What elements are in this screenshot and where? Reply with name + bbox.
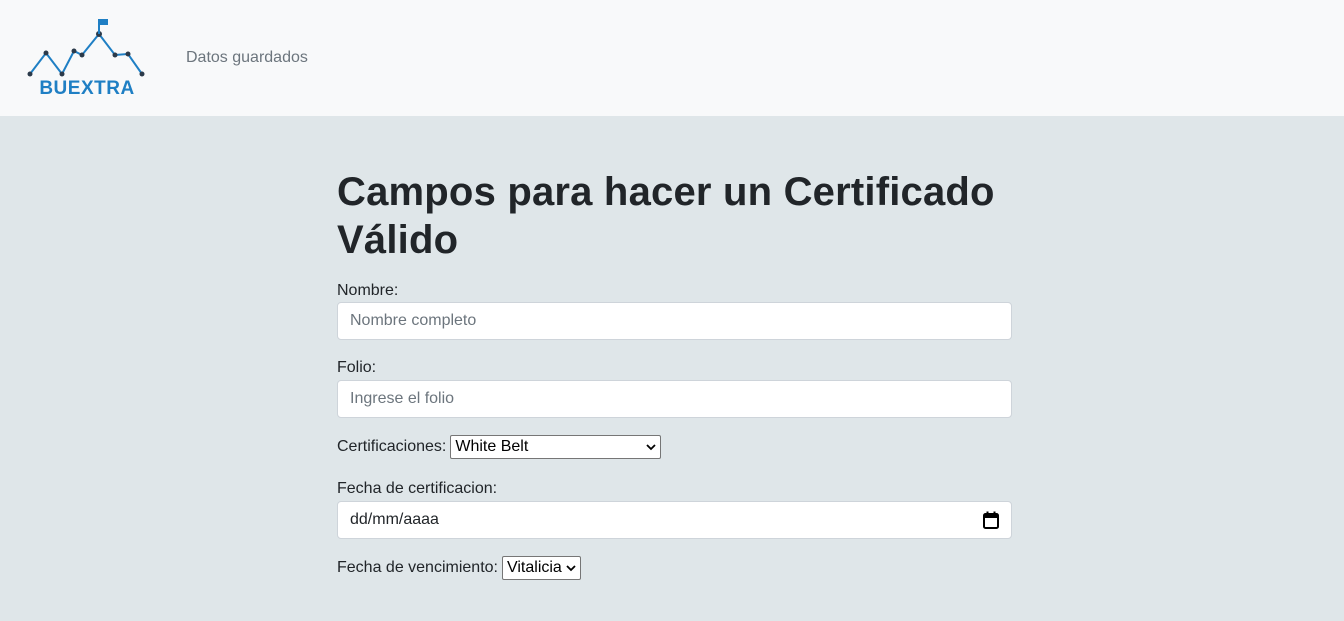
certificaciones-selected: White Belt: [455, 438, 529, 455]
nombre-input[interactable]: [337, 302, 1012, 340]
fecha-certificacion-input[interactable]: dd/mm/aaaa: [337, 501, 1012, 539]
chevron-down-icon: [566, 565, 576, 572]
fecha-vencimiento-label: Fecha de vencimiento:: [337, 559, 498, 576]
certificaciones-row: Certificaciones: White Belt: [337, 435, 1012, 459]
folio-label: Folio:: [337, 359, 377, 376]
calendar-icon[interactable]: [983, 511, 999, 529]
nombre-label: Nombre:: [337, 282, 399, 299]
brand-logo[interactable]: BUEXTRA: [24, 16, 150, 100]
fecha-vencimiento-selected: Vitalicia: [506, 559, 562, 576]
certificaciones-label: Certificaciones:: [337, 438, 447, 455]
date-placeholder: dd/mm/aaaa: [350, 511, 439, 528]
main-content: Campos para hacer un Certificado Válido …: [0, 116, 1344, 621]
fecha-vencimiento-row: Fecha de vencimiento: Vitalicia: [337, 556, 1012, 580]
certificate-form: Campos para hacer un Certificado Válido …: [337, 168, 1012, 580]
fecha-vencimiento-select[interactable]: Vitalicia: [501, 556, 581, 580]
certificaciones-select[interactable]: White Belt: [450, 435, 662, 459]
folio-input[interactable]: [337, 380, 1012, 418]
logo-text: BUEXTRA: [39, 78, 134, 99]
chevron-down-icon: [646, 444, 657, 451]
fecha-certificacion-label: Fecha de certificacion:: [337, 480, 498, 497]
navbar: BUEXTRA Datos guardados: [0, 0, 1344, 116]
nav-link-datos-guardados[interactable]: Datos guardados: [186, 49, 308, 67]
page-title: Campos para hacer un Certificado Válido: [337, 170, 995, 262]
mountain-icon: [27, 19, 145, 77]
